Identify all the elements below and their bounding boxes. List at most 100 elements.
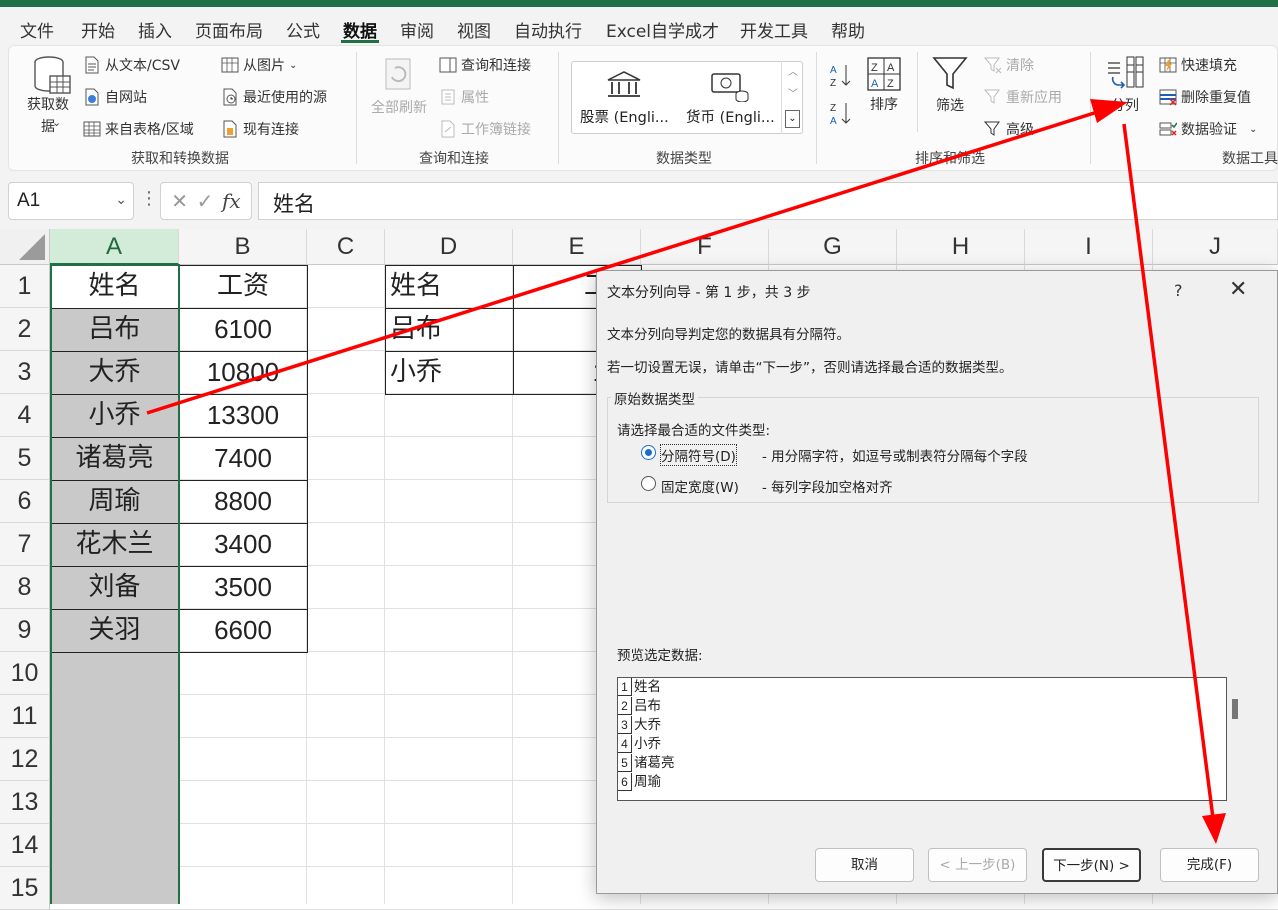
tab-page-layout[interactable]: 页面布局 [195, 17, 263, 42]
cancel-icon[interactable]: ✕ [171, 189, 188, 213]
scroll-down-icon[interactable]: ﹀ [788, 85, 798, 100]
filter-button[interactable]: 筛选 [928, 55, 972, 125]
delimited-radio[interactable] [641, 445, 656, 460]
tab-formulas[interactable]: 公式 [286, 17, 320, 42]
row-header-3[interactable]: 3 [0, 351, 50, 394]
queries-pane-icon [439, 57, 457, 73]
preview-horizontal-scrollbar[interactable] [617, 801, 1227, 811]
dialog-instruction-text: 若一切设置无误，请单击“下一步”，否则请选择最合适的数据类型。 [607, 360, 1013, 376]
gallery-scroll[interactable]: ︿ ﹀ ⌄ [781, 61, 803, 134]
sort-descending-button[interactable]: ZA [830, 100, 854, 127]
advanced-filter-button[interactable]: 高级 [984, 119, 1034, 139]
tab-file[interactable]: 文件 [20, 17, 54, 42]
row-header-10[interactable]: 10 [0, 652, 50, 695]
row-header-14[interactable]: 14 [0, 824, 50, 867]
column-header-i[interactable]: I [1025, 229, 1153, 265]
tab-home[interactable]: 开始 [81, 17, 115, 42]
row-header-7[interactable]: 7 [0, 523, 50, 566]
preview-row-text: 诸葛亮 [634, 755, 675, 771]
select-all-button[interactable] [0, 229, 50, 265]
flash-fill-button[interactable]: 快速填充 [1159, 55, 1237, 75]
preview-scrollbar-thumb[interactable] [1232, 699, 1238, 719]
preview-row: 1 姓名 [618, 678, 661, 697]
tab-developer[interactable]: 开发工具 [740, 17, 808, 42]
fixed-width-description: - 每列字段加空格对齐 [762, 480, 893, 496]
more-options-icon[interactable]: ⋮ [140, 188, 158, 209]
text-to-columns-button[interactable]: 分列 [1103, 55, 1147, 125]
from-picture-button[interactable]: 从图片 ⌄ [221, 55, 297, 75]
enter-check-icon[interactable]: ✓ [197, 189, 214, 213]
chevron-down-icon[interactable]: ⌄ [115, 191, 127, 208]
tab-data[interactable]: 数据 [343, 17, 377, 42]
row-header-8[interactable]: 8 [0, 566, 50, 609]
cancel-button[interactable]: 取消 [815, 848, 914, 882]
column-header-a[interactable]: A [50, 229, 179, 265]
svg-text:Z: Z [887, 78, 894, 90]
refresh-icon [385, 58, 411, 90]
tab-review[interactable]: 审阅 [400, 17, 434, 42]
clear-filter-icon [984, 57, 1002, 74]
get-data-button[interactable]: 获取数据 ⌄ [20, 52, 76, 142]
tab-insert[interactable]: 插入 [138, 17, 172, 42]
title-strip [0, 0, 1278, 7]
data-preview[interactable]: 1 姓名 2 吕布 3 大乔 4 小乔 5 诸葛亮 6 周瑜 [617, 677, 1227, 801]
column-header-j[interactable]: J [1153, 229, 1278, 265]
picture-table-icon [221, 57, 239, 73]
svg-text:A: A [871, 78, 879, 90]
tab-automate[interactable]: 自动执行 [514, 17, 582, 42]
tab-help[interactable]: 帮助 [831, 17, 865, 42]
column-header-g[interactable]: G [769, 229, 897, 265]
sort-ascending-button[interactable]: AZ [830, 62, 854, 89]
workbook-links-button[interactable]: 工作簿链接 [439, 119, 531, 139]
column-header-e[interactable]: E [513, 229, 641, 265]
column-header-h[interactable]: H [897, 229, 1025, 265]
row-header-2[interactable]: 2 [0, 308, 50, 351]
recent-sources-button[interactable]: 最近使用的源 [221, 87, 327, 107]
column-header-f[interactable]: F [641, 229, 769, 265]
row-header-6[interactable]: 6 [0, 480, 50, 523]
remove-duplicates-button[interactable]: 删除重复值 [1159, 87, 1251, 107]
currencies-datatype-button[interactable]: 货币 (Engli... [684, 68, 780, 128]
data-validation-button[interactable]: 数据验证 ⌄ [1159, 119, 1257, 139]
row-header-5[interactable]: 5 [0, 437, 50, 480]
reapply-button[interactable]: 重新应用 [984, 87, 1062, 107]
existing-connections-button[interactable]: 现有连接 [221, 119, 299, 139]
help-icon[interactable]: ? [1174, 281, 1183, 300]
svg-text:A: A [830, 65, 837, 76]
clear-filter-button[interactable]: 清除 [984, 55, 1034, 75]
properties-button[interactable]: 属性 [439, 87, 489, 107]
refresh-all-button[interactable]: 全部刷新 [366, 55, 432, 135]
chevron-down-icon: ⌄ [52, 116, 62, 129]
column-header-b[interactable]: B [179, 229, 307, 265]
name-box[interactable]: A1 ⌄ [8, 182, 134, 220]
row-header-11[interactable]: 11 [0, 695, 50, 738]
delimited-option-label[interactable]: 分隔符号(D) [660, 444, 737, 466]
row-header-1[interactable]: 1 [0, 265, 50, 308]
row-header-12[interactable]: 12 [0, 738, 50, 781]
from-text-csv-button[interactable]: 从文本/CSV [83, 55, 180, 75]
finish-button[interactable]: 完成(F) [1160, 848, 1259, 882]
row-header-13[interactable]: 13 [0, 781, 50, 824]
scroll-up-icon[interactable]: ︿ [788, 63, 798, 78]
column-header-d[interactable]: D [385, 229, 513, 265]
from-web-button[interactable]: 自网站 [83, 87, 147, 107]
gallery-expand-icon[interactable]: ⌄ [785, 110, 800, 128]
insert-function-icon[interactable]: fx [222, 189, 241, 213]
next-button[interactable]: 下一步(N) > [1042, 848, 1141, 882]
from-table-button[interactable]: 来自表格/区域 [83, 119, 194, 139]
column-header-c[interactable]: C [307, 229, 385, 265]
fixed-width-radio[interactable] [641, 476, 656, 491]
fixed-width-option-label[interactable]: 固定宽度(W) [661, 476, 739, 496]
flash-fill-icon [1159, 57, 1177, 73]
close-icon[interactable]: ✕ [1229, 277, 1247, 302]
tab-excel-self-study[interactable]: Excel自学成才 [606, 17, 719, 42]
stocks-datatype-button[interactable]: 股票 (Engli... [578, 68, 674, 128]
sort-button[interactable]: Z A A Z 排序 [864, 56, 904, 126]
queries-connections-button[interactable]: 查询和连接 [439, 55, 531, 75]
row-header-9[interactable]: 9 [0, 609, 50, 652]
back-button[interactable]: < 上一步(B) [928, 848, 1027, 882]
formula-input[interactable]: 姓名 [258, 182, 1278, 220]
properties-icon [441, 89, 455, 105]
row-header-4[interactable]: 4 [0, 394, 50, 437]
tab-view[interactable]: 视图 [457, 17, 491, 42]
